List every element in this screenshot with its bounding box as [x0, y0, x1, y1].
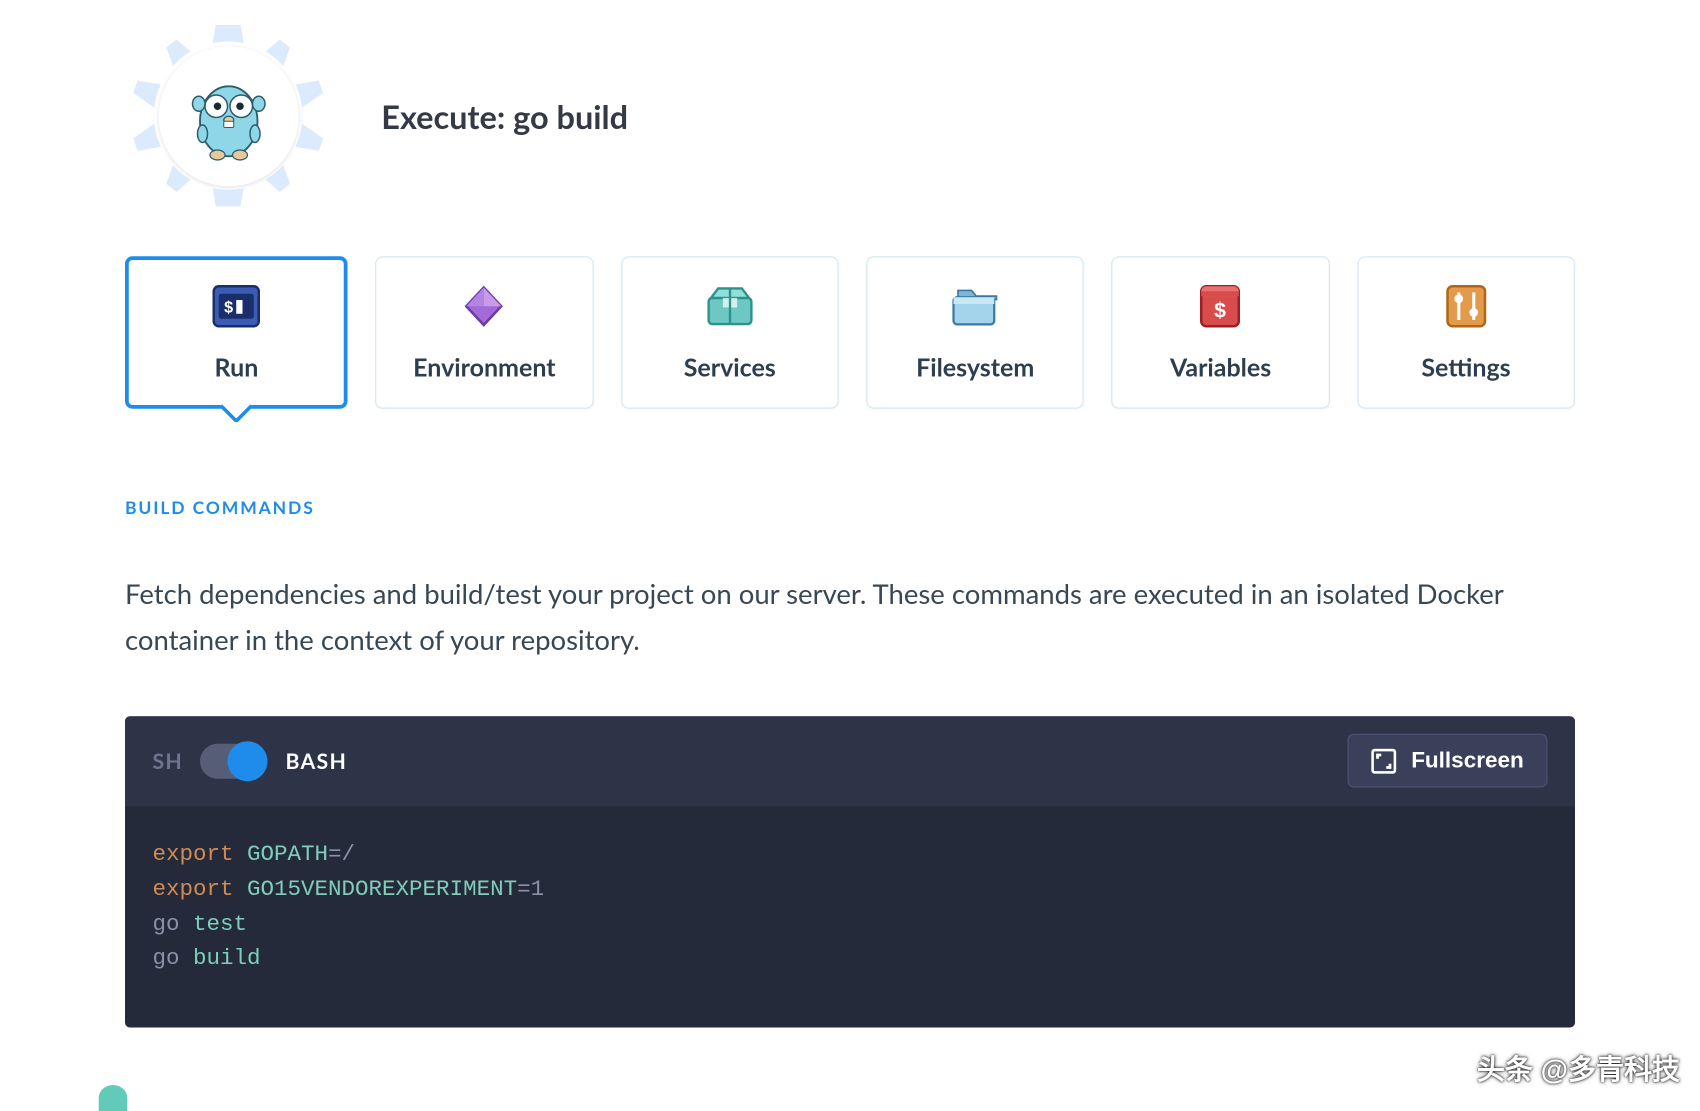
- code-editor: SH BASH Fullscreen export GOPATH=/ expor…: [125, 716, 1575, 1028]
- fullscreen-label: Fullscreen: [1411, 748, 1524, 774]
- tab-variables[interactable]: $ Variables: [1112, 256, 1330, 409]
- shell-option-bash[interactable]: BASH: [286, 748, 348, 774]
- tab-label: Services: [684, 353, 776, 383]
- section-description: Fetch dependencies and build/test your p…: [125, 570, 1525, 663]
- box-icon: [706, 283, 754, 331]
- tab-label: Filesystem: [916, 353, 1034, 383]
- code-area[interactable]: export GOPATH=/ export GO15VENDOREXPERIM…: [125, 806, 1575, 1028]
- gopher-gear-icon: [125, 13, 331, 219]
- section-title: BUILD COMMANDS: [125, 496, 1575, 517]
- tab-environment[interactable]: Environment: [375, 256, 593, 409]
- tab-services[interactable]: Services: [621, 256, 839, 409]
- shell-toggle[interactable]: SH BASH: [153, 743, 348, 778]
- svg-text:$: $: [1215, 299, 1227, 323]
- toggle-knob: [228, 741, 268, 781]
- diamond-icon: [461, 283, 509, 331]
- page-title: Execute: go build: [381, 96, 628, 136]
- fullscreen-button[interactable]: Fullscreen: [1347, 734, 1547, 788]
- toggle-switch[interactable]: [201, 743, 269, 778]
- tab-label: Environment: [413, 353, 555, 383]
- tabs-container: $ Run Environment: [125, 256, 1575, 409]
- editor-toolbar: SH BASH Fullscreen: [125, 716, 1575, 806]
- tab-run[interactable]: $ Run: [125, 256, 348, 409]
- watermark: 头条 @多青科技: [1437, 1048, 1680, 1088]
- tab-filesystem[interactable]: Filesystem: [866, 256, 1084, 409]
- shell-option-sh[interactable]: SH: [153, 748, 184, 774]
- svg-text:$: $: [224, 299, 234, 318]
- terminal-icon: $: [213, 283, 261, 331]
- tab-label: Variables: [1170, 353, 1271, 383]
- page-header: Execute: go build: [125, 0, 1575, 256]
- sliders-icon: [1442, 283, 1490, 331]
- gopher-peek-icon: [99, 1085, 128, 1111]
- folder-icon: [951, 283, 999, 331]
- dollar-file-icon: $: [1197, 283, 1245, 331]
- fullscreen-icon: [1371, 748, 1396, 773]
- tab-label: Settings: [1421, 353, 1510, 383]
- tab-label: Run: [215, 353, 259, 383]
- tab-settings[interactable]: Settings: [1357, 256, 1575, 409]
